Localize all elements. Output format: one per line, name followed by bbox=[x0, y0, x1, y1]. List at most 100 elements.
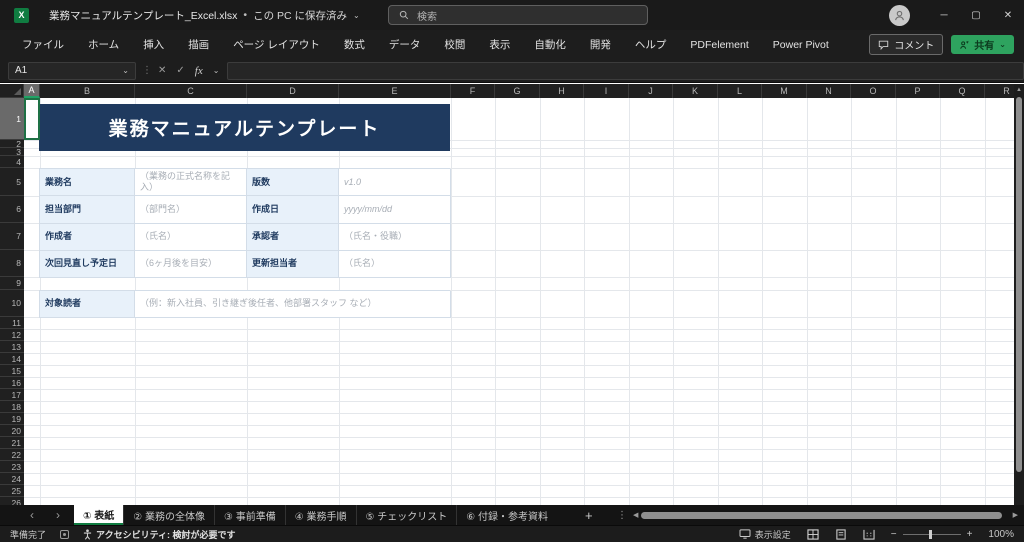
sheet-prev-icon[interactable]: ‹ bbox=[30, 508, 34, 522]
horizontal-scrollbar[interactable]: ◀ ▶ bbox=[633, 505, 1018, 525]
field-label[interactable]: 更新担当者 bbox=[247, 251, 339, 278]
accessibility-status[interactable]: アクセシビリティ: 検討が必要です bbox=[83, 528, 236, 541]
horizontal-scrollbar-track[interactable] bbox=[641, 512, 1009, 519]
name-box-chevron-icon[interactable]: ⌄ bbox=[122, 66, 129, 75]
saved-status[interactable]: この PC に保存済み bbox=[253, 8, 347, 23]
column-header-D[interactable]: D bbox=[247, 84, 339, 98]
zoom-level[interactable]: 100% bbox=[988, 529, 1014, 540]
column-header-B[interactable]: B bbox=[40, 84, 135, 98]
row-header-4[interactable]: 4 bbox=[0, 156, 24, 168]
scroll-up-icon[interactable]: ▲ bbox=[1014, 84, 1024, 96]
field-label[interactable]: 業務名 bbox=[40, 169, 135, 196]
chevron-down-icon[interactable]: ⌄ bbox=[353, 11, 360, 20]
field-value[interactable]: （業務の正式名称を記入） bbox=[135, 169, 247, 196]
vertical-scrollbar[interactable]: ▲ bbox=[1014, 84, 1024, 505]
row-header-9[interactable]: 9 bbox=[0, 277, 24, 290]
sheet-tab-3[interactable]: ③ 事前準備 bbox=[214, 505, 285, 525]
sheet-tab-5[interactable]: ⑤ チェックリスト bbox=[356, 505, 457, 525]
field-label[interactable]: 作成者 bbox=[40, 224, 135, 251]
row-header-5[interactable]: 5 bbox=[0, 168, 24, 196]
column-header-L[interactable]: L bbox=[718, 84, 762, 98]
formula-input[interactable] bbox=[227, 62, 1024, 80]
vertical-scrollbar-thumb[interactable] bbox=[1016, 97, 1022, 472]
row-header-3[interactable]: 3 bbox=[0, 148, 24, 156]
normal-view-icon[interactable] bbox=[807, 529, 819, 540]
row-header-24[interactable]: 24 bbox=[0, 473, 24, 485]
page-layout-view-icon[interactable] bbox=[835, 529, 847, 540]
row-header-13[interactable]: 13 bbox=[0, 341, 24, 353]
ribbon-tab-11[interactable]: ヘルプ bbox=[623, 32, 679, 57]
sheet-tab-2[interactable]: ② 業務の全体像 bbox=[123, 505, 214, 525]
maximize-button[interactable]: ▢ bbox=[960, 0, 992, 30]
display-settings-button[interactable]: 表示設定 bbox=[739, 528, 791, 541]
field-label[interactable]: 作成日 bbox=[247, 196, 339, 223]
column-header-I[interactable]: I bbox=[584, 84, 629, 98]
field-label[interactable]: 版数 bbox=[247, 169, 339, 196]
row-header-16[interactable]: 16 bbox=[0, 377, 24, 389]
row-header-11[interactable]: 11 bbox=[0, 317, 24, 329]
column-header-E[interactable]: E bbox=[339, 84, 451, 98]
comments-button[interactable]: コメント bbox=[869, 34, 943, 55]
minimize-button[interactable]: ─ bbox=[928, 0, 960, 30]
row-header-26[interactable]: 26 bbox=[0, 497, 24, 505]
ribbon-tab-0[interactable]: ファイル bbox=[10, 32, 76, 57]
field-label[interactable]: 承認者 bbox=[247, 224, 339, 251]
ribbon-tab-10[interactable]: 開発 bbox=[578, 32, 623, 57]
field-value[interactable]: v1.0 bbox=[339, 169, 451, 196]
scroll-left-icon[interactable]: ◀ bbox=[633, 511, 638, 519]
field-value[interactable]: （部門名） bbox=[135, 196, 247, 223]
row-header-7[interactable]: 7 bbox=[0, 223, 24, 250]
field-label[interactable]: 次回見直し予定日 bbox=[40, 251, 135, 278]
ribbon-tab-12[interactable]: PDFelement bbox=[678, 34, 760, 56]
row-header-23[interactable]: 23 bbox=[0, 461, 24, 473]
add-sheet-button[interactable]: + bbox=[571, 505, 607, 525]
row-header-14[interactable]: 14 bbox=[0, 353, 24, 365]
row-header-1[interactable]: 1 bbox=[0, 98, 24, 140]
ribbon-tab-13[interactable]: Power Pivot bbox=[761, 34, 841, 56]
fx-chevron-icon[interactable]: ⌄ bbox=[213, 66, 220, 75]
ribbon-tab-1[interactable]: ホーム bbox=[76, 32, 131, 57]
field-value[interactable]: yyyy/mm/dd bbox=[339, 196, 451, 223]
selected-cell-a1[interactable] bbox=[24, 98, 40, 140]
row-header-12[interactable]: 12 bbox=[0, 329, 24, 341]
column-header-N[interactable]: N bbox=[807, 84, 851, 98]
column-header-J[interactable]: J bbox=[629, 84, 673, 98]
row-header-6[interactable]: 6 bbox=[0, 196, 24, 223]
ribbon-tab-7[interactable]: 校閲 bbox=[432, 32, 477, 57]
column-header-Q[interactable]: Q bbox=[940, 84, 985, 98]
macro-record-button[interactable] bbox=[60, 530, 69, 539]
field-value[interactable]: （6ヶ月後を目安） bbox=[135, 251, 247, 278]
row-header-20[interactable]: 20 bbox=[0, 425, 24, 437]
row-header-22[interactable]: 22 bbox=[0, 449, 24, 461]
enter-formula-icon[interactable]: ✓ bbox=[176, 65, 184, 76]
field-value[interactable]: （氏名） bbox=[339, 251, 451, 278]
field-label[interactable]: 対象読者 bbox=[40, 291, 135, 318]
share-button[interactable]: 共有 ⌄ bbox=[951, 35, 1014, 54]
zoom-slider[interactable] bbox=[903, 534, 961, 535]
row-header-25[interactable]: 25 bbox=[0, 485, 24, 497]
select-all-corner[interactable] bbox=[0, 84, 24, 98]
close-button[interactable]: ✕ bbox=[992, 0, 1024, 30]
spreadsheet-grid[interactable]: 業務マニュアルテンプレート 業務名 （業務の正式名称を記入） 版数 v1.0 担… bbox=[24, 98, 1014, 505]
ribbon-tab-3[interactable]: 描画 bbox=[176, 32, 221, 57]
ribbon-tab-8[interactable]: 表示 bbox=[477, 32, 522, 57]
sheet-tab-options-icon[interactable]: ⋮ bbox=[611, 505, 633, 525]
cancel-formula-icon[interactable]: ✕ bbox=[158, 65, 166, 76]
name-box[interactable]: A1 ⌄ bbox=[8, 62, 136, 80]
field-value[interactable]: （氏名・役職） bbox=[339, 224, 451, 251]
field-value[interactable]: （氏名） bbox=[135, 224, 247, 251]
row-header-19[interactable]: 19 bbox=[0, 413, 24, 425]
ribbon-tab-2[interactable]: 挿入 bbox=[131, 32, 176, 57]
ribbon-tab-5[interactable]: 数式 bbox=[332, 32, 377, 57]
banner-title-cell[interactable]: 業務マニュアルテンプレート bbox=[39, 104, 450, 151]
scroll-right-icon[interactable]: ▶ bbox=[1013, 511, 1018, 519]
column-header-A[interactable]: A bbox=[24, 84, 40, 98]
row-header-18[interactable]: 18 bbox=[0, 401, 24, 413]
row-header-21[interactable]: 21 bbox=[0, 437, 24, 449]
horizontal-scrollbar-thumb[interactable] bbox=[641, 512, 1002, 519]
column-header-O[interactable]: O bbox=[851, 84, 896, 98]
column-header-K[interactable]: K bbox=[673, 84, 718, 98]
zoom-out-button[interactable]: − bbox=[891, 529, 897, 540]
column-header-F[interactable]: F bbox=[451, 84, 495, 98]
ribbon-tab-9[interactable]: 自動化 bbox=[522, 32, 578, 57]
